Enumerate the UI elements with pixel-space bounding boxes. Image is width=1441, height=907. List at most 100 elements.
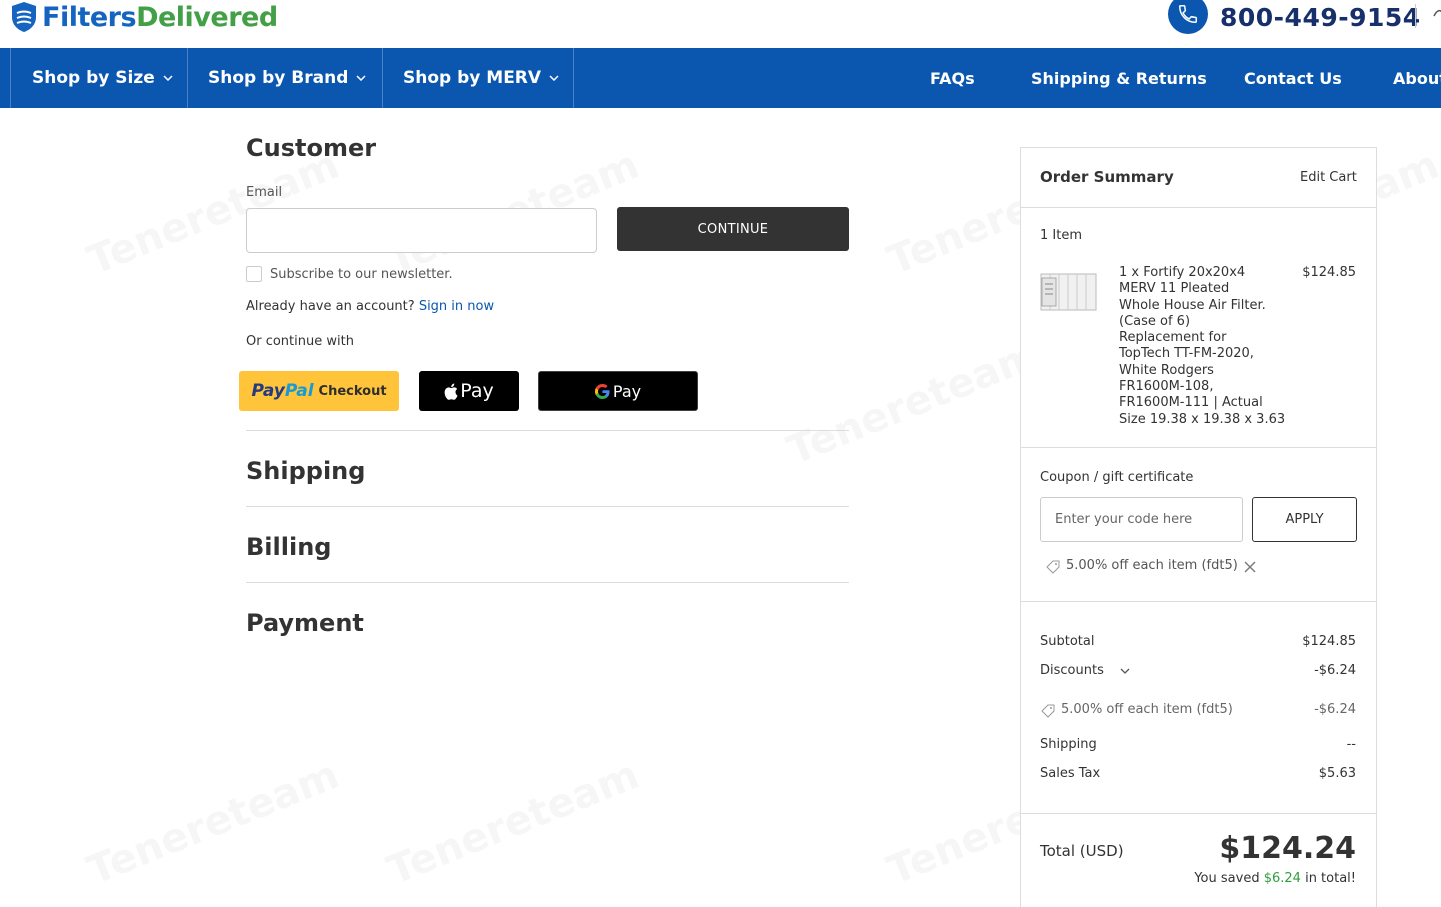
nav-shop-by-brand-label: Shop by Brand (208, 68, 349, 88)
newsletter-label: Subscribe to our newsletter. (270, 267, 453, 282)
apple-pay-button[interactable]: Pay (419, 371, 519, 411)
tag-icon (1041, 704, 1055, 718)
total-value: $124.24 (1219, 831, 1356, 866)
product-line: Size 19.38 x 19.38 x 3.63 (1119, 411, 1286, 427)
product-image (1040, 273, 1097, 311)
shield-logo-icon (12, 2, 36, 32)
savings-text: You saved $6.24 in total! (1146, 871, 1356, 886)
customer-heading: Customer (246, 134, 377, 162)
product-line: MERV 11 Pleated (1119, 281, 1230, 297)
order-summary-title: Order Summary (1040, 168, 1174, 186)
payment-heading[interactable]: Payment (246, 609, 364, 637)
coupon-input[interactable]: Enter your code here (1040, 497, 1243, 542)
summary-divider (1021, 207, 1376, 208)
account-icon[interactable] (1432, 2, 1441, 22)
product-line: FR1600M-108, (1119, 379, 1214, 395)
nav-separator (187, 48, 188, 108)
saved-prefix: You saved (1194, 871, 1260, 886)
subtotal-label: Subtotal (1040, 634, 1095, 649)
shipping-label: Shipping (1040, 737, 1097, 752)
phone-contact[interactable]: 800-449-9154 (1168, 0, 1421, 34)
chevron-down-icon (356, 75, 366, 81)
top-bar: FiltersDelivered 800-449-9154 (0, 0, 1441, 48)
nav-shipping-returns[interactable]: Shipping & Returns (1031, 48, 1207, 108)
section-divider (246, 430, 849, 431)
product-description: 1 x Fortify 20x20x4 MERV 11 Pleated Whol… (1119, 265, 1289, 428)
nav-shop-by-merv-label: Shop by MERV (403, 68, 542, 88)
chevron-down-icon (1120, 668, 1130, 674)
summary-divider (1021, 601, 1376, 602)
paypal-checkout-button[interactable]: Pay Pal Checkout (239, 371, 399, 411)
account-prompt: Already have an account? Sign in now (246, 299, 494, 314)
product-line: FR1600M-111 | Actual (1119, 395, 1263, 411)
google-g-icon (594, 383, 610, 399)
summary-divider (1021, 813, 1376, 814)
edit-cart-link[interactable]: Edit Cart (1300, 170, 1357, 185)
topbar-divider (1415, 4, 1416, 28)
nav-separator (382, 48, 383, 108)
discount-line-value: -$6.24 (1314, 702, 1356, 717)
nav-shop-by-size[interactable]: Shop by Size (32, 48, 173, 108)
phone-icon (1168, 0, 1208, 34)
apple-pay-label: Pay (460, 380, 494, 402)
coupon-link[interactable]: Coupon / gift certificate (1040, 470, 1193, 485)
discounts-label: Discounts (1040, 663, 1104, 678)
item-count: 1 Item (1040, 228, 1082, 243)
continue-button[interactable]: CONTINUE (617, 207, 849, 251)
product-price: $124.85 (1302, 265, 1356, 280)
paypal-checkout-label: Checkout (318, 383, 387, 399)
applied-coupon-text: 5.00% off each item (fdt5) (1066, 558, 1238, 573)
email-field[interactable] (246, 208, 597, 253)
nav-faqs[interactable]: FAQs (930, 48, 975, 108)
nav-shop-by-merv[interactable]: Shop by MERV (403, 48, 559, 108)
subtotal-value: $124.85 (1302, 634, 1356, 649)
section-divider (246, 582, 849, 583)
product-line: 1 x Fortify 20x20x4 (1119, 265, 1246, 280)
summary-divider (1021, 447, 1376, 448)
apply-coupon-button[interactable]: APPLY (1252, 497, 1357, 542)
nav-shop-by-size-label: Shop by Size (32, 68, 155, 88)
watermark: Tenereteam (81, 752, 345, 894)
or-continue-text: Or continue with (246, 334, 354, 349)
nav-about[interactable]: About (1393, 48, 1441, 108)
section-divider (246, 506, 849, 507)
nav-contact-us[interactable]: Contact Us (1244, 48, 1342, 108)
close-icon[interactable] (1244, 561, 1256, 573)
discounts-value: -$6.24 (1314, 663, 1356, 678)
product-line: TopTech TT-FM-2020, (1119, 346, 1254, 362)
product-line: Replacement for (1119, 330, 1227, 346)
discounts-toggle[interactable]: Discounts (1040, 663, 1130, 678)
logo-text: FiltersDelivered (42, 1, 278, 33)
chevron-down-icon (549, 75, 559, 81)
paypal-logo-pal: Pal (284, 381, 314, 401)
sales-tax-value: $5.63 (1318, 766, 1356, 781)
have-account-text: Already have an account? (246, 299, 415, 314)
discount-line-label: 5.00% off each item (fdt5) (1061, 702, 1233, 717)
product-line: (Case of 6) (1119, 313, 1191, 329)
nav-shop-by-brand[interactable]: Shop by Brand (208, 48, 366, 108)
main-nav: Shop by Size Shop by Brand Shop by MERV … (0, 48, 1441, 108)
sales-tax-label: Sales Tax (1040, 766, 1101, 781)
nav-separator (10, 48, 11, 108)
sign-in-link[interactable]: Sign in now (419, 299, 494, 314)
shipping-value: -- (1346, 737, 1356, 752)
product-line: White Rodgers (1119, 362, 1214, 378)
newsletter-checkbox[interactable] (246, 266, 262, 282)
tag-icon (1046, 560, 1060, 574)
product-line: Whole House Air Filter. (1119, 297, 1266, 313)
phone-number[interactable]: 800-449-9154 (1220, 3, 1421, 32)
order-summary-panel: Order Summary Edit Cart 1 Item 1 x Forti… (1020, 147, 1377, 907)
google-pay-label: Pay (612, 381, 642, 401)
watermark: Tenereteam (381, 752, 645, 894)
total-label: Total (USD) (1040, 842, 1124, 860)
nav-separator (573, 48, 574, 108)
billing-heading[interactable]: Billing (246, 533, 331, 561)
chevron-down-icon (163, 75, 173, 81)
saved-suffix: in total! (1305, 871, 1356, 886)
google-pay-button[interactable]: Pay (538, 371, 698, 411)
paypal-logo-pay: Pay (251, 381, 285, 401)
watermark: Tenereteam (781, 332, 1045, 474)
shipping-heading[interactable]: Shipping (246, 457, 365, 485)
site-logo[interactable]: FiltersDelivered (10, 0, 278, 34)
email-label: Email (246, 185, 283, 200)
